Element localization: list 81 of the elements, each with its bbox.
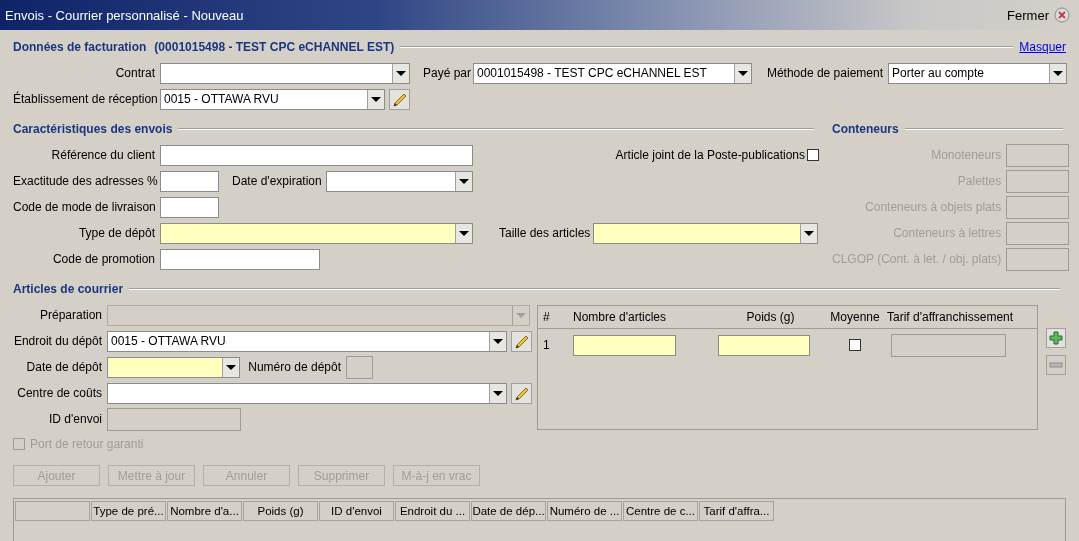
text-field[interactable] <box>160 170 219 192</box>
dropdown-button[interactable] <box>489 383 506 403</box>
caret-icon <box>371 96 381 102</box>
caret-icon <box>1053 70 1063 76</box>
field-label: Type de dépôt <box>77 226 155 240</box>
text-field[interactable] <box>718 334 810 356</box>
pencil-icon <box>391 91 408 107</box>
text-field[interactable] <box>573 334 676 356</box>
field-label: Contrat <box>114 66 155 80</box>
window-title: Envois - Courrier personnalisé - Nouveau <box>5 7 245 23</box>
column-header[interactable]: Nombre d'a... <box>167 501 242 521</box>
section-heading: Articles de courrier <box>13 282 124 296</box>
caret-icon <box>804 230 814 236</box>
pencil-icon <box>513 385 530 401</box>
field-label: Centre de coûts <box>16 386 102 400</box>
field-label: ID d'envoi <box>48 412 102 426</box>
column-header: Moyenne <box>829 310 881 324</box>
field-label: Référence du client <box>50 148 155 162</box>
text-field[interactable] <box>160 196 219 218</box>
checkbox[interactable] <box>849 339 861 351</box>
edit-button[interactable] <box>511 382 532 404</box>
dropdown-button[interactable] <box>367 89 384 109</box>
section-heading: Conteneurs <box>832 122 899 136</box>
add-row-button[interactable] <box>1046 328 1066 348</box>
caret-icon <box>226 364 236 370</box>
close-icon <box>1054 7 1070 23</box>
field-label: Méthode de paiement <box>765 66 883 80</box>
row-number: 1 <box>542 338 551 352</box>
pencil-icon <box>513 333 530 349</box>
column-header[interactable]: ID d'envoi <box>319 501 394 521</box>
column-header: Poids (g) <box>745 310 796 324</box>
hide-link[interactable]: Masquer <box>1019 40 1066 54</box>
dropdown-button[interactable] <box>489 331 506 351</box>
text-field[interactable] <box>160 144 473 166</box>
edit-button[interactable] <box>389 88 410 110</box>
field-label: Endroit du dépôt <box>13 334 102 348</box>
edit-button[interactable] <box>511 330 532 352</box>
field-label: Date de dépôt <box>25 360 102 374</box>
checkbox[interactable] <box>807 149 819 161</box>
caret-icon <box>493 338 503 344</box>
caret-icon <box>396 70 406 76</box>
field-label: Code de mode de livraison <box>13 200 155 214</box>
dropdown-button[interactable] <box>800 223 817 243</box>
account-label: (0001015498 - TEST CPC eCHANNEL EST) <box>154 40 395 54</box>
plus-icon <box>1049 331 1063 345</box>
column-header[interactable]: Centre de c... <box>623 501 698 521</box>
dropdown-button[interactable] <box>1049 63 1066 83</box>
column-header: Nombre d'articles <box>573 310 667 324</box>
field-label: Numéro de dépôt <box>247 360 341 374</box>
caret-icon <box>516 312 526 318</box>
dropdown[interactable]: Porter au compte <box>888 62 1067 84</box>
dropdown-button[interactable] <box>392 63 409 83</box>
column-header[interactable]: Date de dép... <box>471 501 546 521</box>
dropdown-button[interactable] <box>734 63 751 83</box>
section-heading: Caractéristiques des envois <box>13 122 173 136</box>
field-label: Code de promotion <box>51 252 155 266</box>
column-header[interactable]: Numéro de ... <box>547 501 622 521</box>
caret-icon <box>459 178 469 184</box>
field-label: Article joint de la Poste-publications <box>614 148 805 162</box>
dropdown-button[interactable] <box>455 171 472 191</box>
caret-icon <box>459 230 469 236</box>
dropdown[interactable]: 0001015498 - TEST CPC eCHANNEL EST <box>473 62 752 84</box>
caret-icon <box>738 70 748 76</box>
dropdown[interactable]: 0015 - OTTAWA RVU <box>107 330 507 352</box>
dropdown-button[interactable] <box>455 223 472 243</box>
column-header: Tarif d'affranchissement <box>887 310 1015 324</box>
close-button[interactable]: Fermer <box>1007 7 1070 23</box>
section-heading: Données de facturation <box>13 40 147 54</box>
text-field[interactable] <box>160 248 320 270</box>
field-label: Établissement de réception <box>13 92 155 106</box>
column-header[interactable]: Poids (g) <box>243 501 318 521</box>
field-label: Préparation <box>38 308 102 322</box>
field-label: Taille des articles <box>499 226 588 240</box>
dropdown-button[interactable] <box>222 357 239 377</box>
field-label: Date d'expiration <box>232 174 321 188</box>
column-header[interactable]: Type de pré... <box>91 501 166 521</box>
column-header: # <box>542 310 551 324</box>
column-header[interactable]: Endroit du ... <box>395 501 470 521</box>
caret-icon <box>493 390 503 396</box>
dropdown[interactable]: 0015 - OTTAWA RVU <box>160 88 385 110</box>
column-header[interactable]: Tarif d'affra... <box>699 501 774 521</box>
